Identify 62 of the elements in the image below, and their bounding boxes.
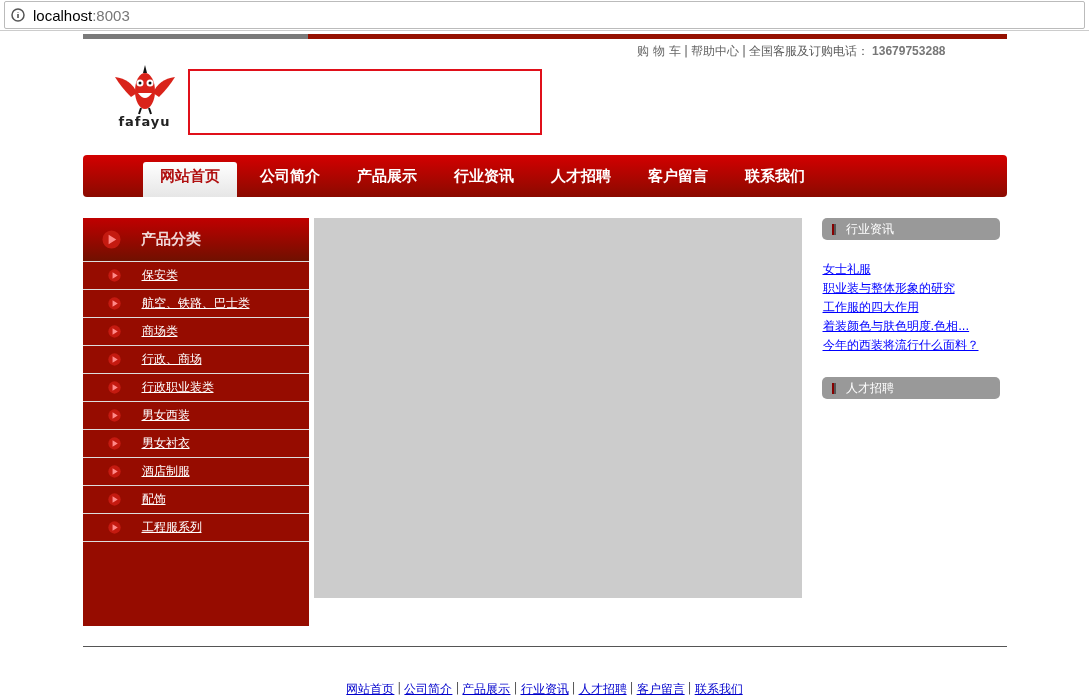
marker-icon xyxy=(831,382,836,394)
news-link[interactable]: 职业装与整体形象的研究 xyxy=(822,281,1000,296)
play-icon xyxy=(107,381,121,394)
category-link[interactable]: 配饰 xyxy=(141,491,166,508)
hotline-label: 全国客服及订购电话： xyxy=(749,42,870,60)
category-link[interactable]: 行政职业装类 xyxy=(141,379,214,396)
sidebar-title: 产品分类 xyxy=(140,230,201,249)
category-link[interactable]: 保安类 xyxy=(141,267,178,284)
section-title: 行业资讯 xyxy=(845,220,894,238)
marker-icon xyxy=(831,223,836,235)
footer-link[interactable]: 网站首页 xyxy=(346,681,395,695)
nav-tab[interactable]: 网站首页 xyxy=(142,162,237,197)
nav-tab[interactable]: 产品展示 xyxy=(339,162,434,197)
url-text: localhost:8003 xyxy=(33,6,130,24)
news-link[interactable]: 今年的西装将流行什么面料？ xyxy=(822,338,1000,353)
play-icon xyxy=(107,437,121,450)
play-icon xyxy=(107,465,121,478)
footer-link[interactable]: 产品展示 xyxy=(462,681,511,695)
separator: | xyxy=(397,681,402,695)
category-link[interactable]: 商场类 xyxy=(141,323,178,340)
category-link[interactable]: 酒店制服 xyxy=(141,463,190,480)
category-link[interactable]: 航空、铁路、巴士类 xyxy=(141,295,250,312)
top-link[interactable]: 帮助中心 xyxy=(691,42,740,60)
separator: | xyxy=(455,681,460,695)
footer-link[interactable]: 行业资讯 xyxy=(520,681,569,695)
play-icon xyxy=(107,269,121,282)
play-icon xyxy=(107,521,121,534)
separator: | xyxy=(513,681,518,695)
footer-link[interactable]: 客户留言 xyxy=(636,681,685,695)
fish-logo-icon xyxy=(112,65,177,115)
play-icon xyxy=(107,325,121,338)
play-icon xyxy=(107,353,121,366)
footer-link[interactable]: 公司简介 xyxy=(404,681,453,695)
separator: | xyxy=(687,681,692,695)
nav-tab[interactable]: 人才招聘 xyxy=(533,162,628,197)
category-link[interactable]: 男女衬衣 xyxy=(141,435,190,452)
separator: | xyxy=(684,44,689,58)
separator: | xyxy=(571,681,576,695)
info-icon[interactable] xyxy=(11,8,25,22)
category-link[interactable]: 工程服系列 xyxy=(141,519,202,536)
news-link[interactable]: 着装颜色与肤色明度.色相... xyxy=(822,319,1000,334)
category-link[interactable]: 男女西装 xyxy=(141,407,190,424)
nav-tab[interactable]: 客户留言 xyxy=(630,162,725,197)
category-link[interactable]: 行政、商场 xyxy=(141,351,202,368)
footer-link[interactable]: 人才招聘 xyxy=(578,681,627,695)
logo-text: fafayu xyxy=(118,115,171,129)
top-link[interactable]: 购 物 车 xyxy=(637,42,681,60)
separator: | xyxy=(742,44,747,58)
nav-tab[interactable]: 公司简介 xyxy=(242,162,337,197)
play-icon xyxy=(107,409,121,422)
nav-tab[interactable]: 行业资讯 xyxy=(436,162,531,197)
footer-link[interactable]: 联系我们 xyxy=(694,681,743,695)
separator: | xyxy=(629,681,634,695)
news-link[interactable]: 女士礼服 xyxy=(822,262,1000,277)
nav-tab[interactable]: 联系我们 xyxy=(727,162,822,197)
address-bar[interactable]: localhost:8003 xyxy=(4,1,1085,29)
play-icon xyxy=(101,230,121,249)
section-title: 人才招聘 xyxy=(845,379,894,397)
play-icon xyxy=(107,493,121,506)
news-link[interactable]: 工作服的四大作用 xyxy=(822,300,1000,315)
play-icon xyxy=(107,297,121,310)
phone-number: 13679753288 xyxy=(872,44,946,58)
